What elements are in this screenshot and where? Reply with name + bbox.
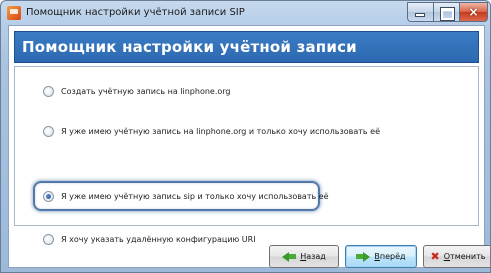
radio-existing-sip[interactable] [43, 190, 54, 202]
next-label: Вперёд [374, 252, 406, 261]
wizard-content: Помощник настройки учётной записи Создат… [8, 25, 490, 268]
close-icon: × [468, 5, 479, 19]
options-panel: Создать учётную запись на linphone.org Я… [14, 66, 479, 245]
minimize-icon [416, 14, 424, 16]
option-label: Я уже имею учётную запись sip и только х… [61, 191, 329, 201]
title-bar[interactable]: Помощник настройки учётной записи SIP × [1, 1, 490, 25]
header-banner: Помощник настройки учётной записи [14, 31, 479, 63]
arrow-right-icon [363, 251, 371, 262]
cancel-x-icon: ✖ [430, 250, 440, 263]
radio-remote-config[interactable] [43, 233, 54, 245]
option-create-account[interactable]: Создать учётную запись на linphone.org [43, 83, 231, 99]
maximize-icon [441, 8, 454, 20]
next-button[interactable]: Вперёд [345, 245, 417, 268]
option-existing-sip[interactable]: Я уже имею учётную запись sip и только х… [43, 188, 329, 204]
dialog-window: Помощник настройки учётной записи SIP × … [0, 0, 491, 273]
minimize-button[interactable] [407, 2, 434, 22]
window-title: Помощник настройки учётной записи SIP [26, 7, 245, 18]
back-button[interactable]: Назад [269, 245, 339, 268]
app-icon [7, 6, 21, 20]
option-label: Я уже имею учётную запись на linphone.or… [61, 126, 381, 136]
cancel-button[interactable]: ✖ Отменить [423, 245, 490, 268]
option-label: Я хочу указать удалённую конфигурацию UR… [61, 234, 256, 244]
option-remote-config[interactable]: Я хочу указать удалённую конфигурацию UR… [43, 231, 256, 247]
arrow-left-icon [282, 251, 290, 262]
close-button[interactable]: × [459, 2, 488, 22]
radio-existing-linphone[interactable] [43, 125, 54, 137]
cancel-label: Отменить [443, 252, 486, 261]
page-title: Помощник настройки учётной записи [22, 38, 357, 56]
maximize-button[interactable] [433, 2, 460, 22]
back-label: Назад [300, 252, 326, 261]
radio-create-account[interactable] [43, 85, 54, 97]
option-existing-linphone[interactable]: Я уже имею учётную запись на linphone.or… [43, 123, 380, 139]
option-label: Создать учётную запись на linphone.org [61, 86, 231, 96]
